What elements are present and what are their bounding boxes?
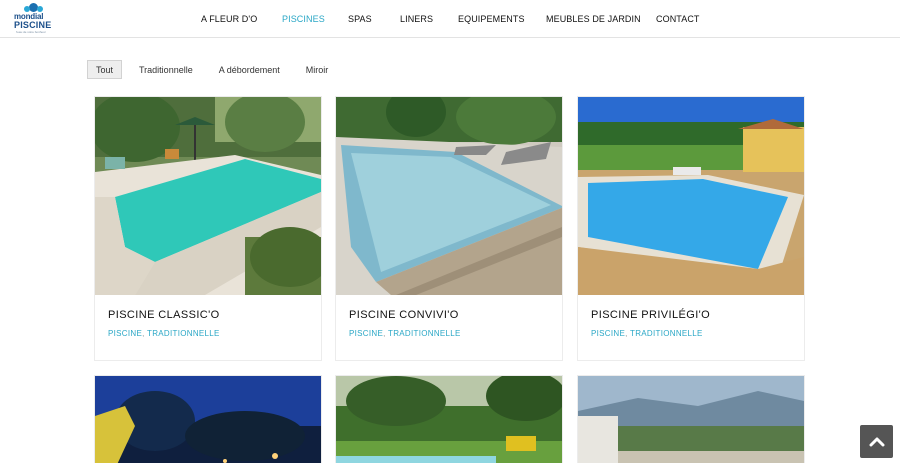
product-card-5[interactable] bbox=[335, 375, 563, 463]
category-filters: Tout Traditionnelle A débordement Miroir bbox=[87, 60, 345, 79]
tag-traditionnelle[interactable]: TRADITIONNELLE bbox=[147, 329, 220, 338]
product-tags: PISCINE, TRADITIONNELLE bbox=[591, 329, 703, 338]
tag-piscine[interactable]: PISCINE bbox=[349, 329, 383, 338]
tag-piscine[interactable]: PISCINE bbox=[591, 329, 625, 338]
back-to-top-button[interactable] bbox=[860, 425, 893, 458]
nav-item-liners[interactable]: LINERS bbox=[386, 0, 444, 38]
logo-tagline: l'eau de votre bonheur bbox=[16, 30, 46, 34]
pool-wood-deck-loungers-photo[interactable] bbox=[336, 97, 562, 295]
product-tags: PISCINE, TRADITIONNELLE bbox=[349, 329, 461, 338]
filter-a-debordement[interactable]: A débordement bbox=[210, 60, 289, 79]
filter-miroir[interactable]: Miroir bbox=[297, 60, 338, 79]
product-title[interactable]: PISCINE CLASSIC'O bbox=[108, 309, 220, 321]
product-card-privilegio[interactable]: PISCINE PRIVILÉGI'O PISCINE, TRADITIONNE… bbox=[577, 96, 805, 361]
tag-piscine[interactable]: PISCINE bbox=[108, 329, 142, 338]
site-header: mondial PISCINE l'eau de votre bonheur A… bbox=[0, 0, 900, 38]
product-tags: PISCINE, TRADITIONNELLE bbox=[108, 329, 220, 338]
tag-traditionnelle[interactable]: TRADITIONNELLE bbox=[630, 329, 703, 338]
tag-traditionnelle[interactable]: TRADITIONNELLE bbox=[388, 329, 461, 338]
product-title[interactable]: PISCINE CONVIVI'O bbox=[349, 309, 459, 321]
tag-separator: , bbox=[383, 329, 386, 338]
filter-tout[interactable]: Tout bbox=[87, 60, 123, 79]
main-nav: A FLEUR D'O PISCINES SPAS LINERS EQUIPEM… bbox=[186, 0, 712, 38]
nav-item-a-fleur-do[interactable]: A FLEUR D'O bbox=[186, 0, 268, 38]
nav-item-meubles-de-jardin[interactable]: MEUBLES DE JARDIN bbox=[532, 0, 642, 38]
pool-mountain-view-photo[interactable] bbox=[578, 376, 804, 463]
logo-text-bottom: PISCINE bbox=[14, 20, 52, 30]
nav-item-contact[interactable]: CONTACT bbox=[642, 0, 712, 38]
product-card-classico[interactable]: PISCINE CLASSIC'O PISCINE, TRADITIONNELL… bbox=[94, 96, 322, 361]
logo[interactable]: mondial PISCINE l'eau de votre bonheur bbox=[14, 2, 54, 36]
product-title[interactable]: PISCINE PRIVILÉGI'O bbox=[591, 309, 710, 321]
product-card-6[interactable] bbox=[577, 375, 805, 463]
filter-traditionnelle[interactable]: Traditionnelle bbox=[130, 60, 202, 79]
pool-countryside-pool-house-photo[interactable] bbox=[578, 97, 804, 295]
tag-separator: , bbox=[625, 329, 628, 338]
pool-night-lights-photo[interactable] bbox=[95, 376, 321, 463]
pool-garden-sunny-photo[interactable] bbox=[95, 97, 321, 295]
nav-item-piscines[interactable]: PISCINES bbox=[268, 0, 334, 38]
chevron-up-icon bbox=[869, 437, 884, 446]
nav-item-equipements[interactable]: EQUIPEMENTS bbox=[444, 0, 532, 38]
product-card-convivio[interactable]: PISCINE CONVIVI'O PISCINE, TRADITIONNELL… bbox=[335, 96, 563, 361]
product-card-4[interactable] bbox=[94, 375, 322, 463]
nav-item-spas[interactable]: SPAS bbox=[334, 0, 386, 38]
pool-garden-bathers-photo[interactable] bbox=[336, 376, 562, 463]
tag-separator: , bbox=[142, 329, 145, 338]
